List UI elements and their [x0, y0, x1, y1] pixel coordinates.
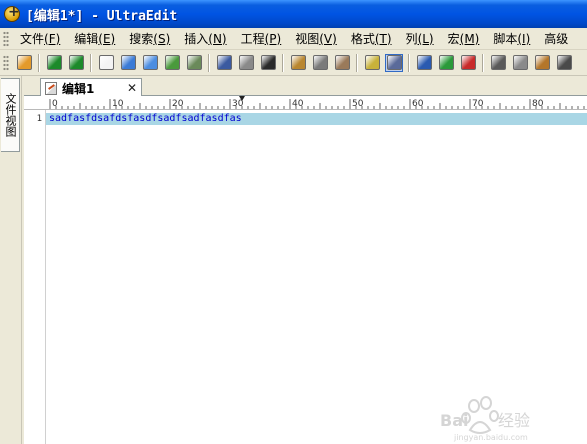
app-icon[interactable] — [4, 4, 20, 22]
settings-c-icon — [416, 55, 432, 70]
menu-bar: 文件(F) 编辑(E) 搜索(S) 插入(N) 工程(P) 视图(V) 格式(T… — [0, 28, 587, 50]
line-text[interactable]: sadfasfdsafdsfasdfsadfsadfasdfas — [49, 113, 242, 125]
editor: 编辑1 ✕ 0 10 20 30 40 50 60 70 80 1 sadfasfdsafdsf… — [24, 76, 587, 444]
new-file-icon — [98, 55, 114, 70]
ruler-label: 10 — [112, 99, 124, 109]
line-number-gutter: 1 — [24, 110, 46, 444]
menu-edit[interactable]: 编辑(E) — [67, 29, 122, 49]
save-button[interactable] — [163, 54, 181, 72]
ruler-label: 70 — [472, 99, 484, 109]
menu-view[interactable]: 视图(V) — [288, 29, 344, 49]
add-green-button[interactable] — [437, 54, 455, 72]
font-button[interactable] — [259, 54, 277, 72]
toolbar-grip-icon[interactable] — [3, 54, 9, 71]
back-arrow-button[interactable] — [45, 54, 63, 72]
toolbar-separator — [282, 53, 284, 72]
add-green-icon — [438, 55, 454, 70]
column-ruler: 0 10 20 30 40 50 60 70 80 — [24, 96, 587, 110]
cut-button[interactable] — [489, 54, 507, 72]
cut-icon — [490, 55, 506, 70]
menu-insert[interactable]: 插入(N) — [177, 29, 233, 49]
new-folder-icon — [16, 55, 32, 70]
text-editing-area[interactable]: sadfasfdsafdsfasdfsadfsadfasdfas — [46, 110, 587, 444]
hex-mode-icon — [334, 55, 350, 70]
settings-c-button[interactable] — [415, 54, 433, 72]
forward-arrow-icon — [68, 55, 84, 70]
new-folder-button[interactable] — [15, 54, 33, 72]
word-wrap-icon — [386, 55, 402, 70]
toolbar-separator — [356, 53, 358, 72]
tab-document-1[interactable]: 编辑1 ✕ — [40, 78, 142, 97]
window-title: [编辑1*] - UltraEdit — [26, 8, 178, 24]
ruler-label: 50 — [352, 99, 364, 109]
line-number: 1 — [36, 114, 42, 124]
document-list-button[interactable] — [289, 54, 307, 72]
close-tab-icon[interactable]: ✕ — [127, 81, 137, 95]
svg-text:Bai: Bai — [440, 411, 468, 430]
document-tabstrip: 编辑1 ✕ — [24, 76, 587, 97]
folder-button[interactable] — [141, 54, 159, 72]
side-panel: 文件视图 — [0, 76, 22, 444]
column-mode-button[interactable] — [363, 54, 381, 72]
ruler-label: 60 — [412, 99, 424, 109]
text-list-button[interactable] — [311, 54, 329, 72]
save-all-icon — [186, 55, 202, 70]
text-list-icon — [312, 55, 328, 70]
back-arrow-icon — [46, 55, 62, 70]
menu-project[interactable]: 工程(P) — [234, 29, 289, 49]
film-button[interactable] — [555, 54, 573, 72]
hex-mode-button[interactable] — [333, 54, 351, 72]
baidu-watermark-logo: Bai 经验 jingyan.baidu.com — [440, 396, 530, 442]
paste-icon — [534, 55, 550, 70]
menu-advanced[interactable]: 高级 — [537, 29, 575, 49]
font-icon — [260, 55, 276, 70]
stop-red-button[interactable] — [459, 54, 477, 72]
menu-macro[interactable]: 宏(M) — [441, 29, 487, 49]
menu-format[interactable]: 格式(T) — [344, 29, 399, 49]
print-preview-icon — [238, 55, 254, 70]
print-button[interactable] — [215, 54, 233, 72]
print-preview-button[interactable] — [237, 54, 255, 72]
open-folder-button[interactable] — [119, 54, 137, 72]
menu-file[interactable]: 文件(F) — [13, 29, 67, 49]
save-icon — [164, 55, 180, 70]
menubar-grip-icon[interactable] — [3, 30, 9, 47]
title-bar: [编辑1*] - UltraEdit — [0, 0, 587, 28]
print-icon — [216, 55, 232, 70]
ruler-label: 20 — [172, 99, 184, 109]
ruler-scale: 0 10 20 30 40 50 60 70 80 — [49, 96, 585, 109]
ruler-label: 40 — [292, 99, 304, 109]
toolbar-separator — [38, 53, 40, 72]
toolbar-separator — [482, 53, 484, 72]
ruler-label: 0 — [52, 99, 58, 109]
film-icon — [556, 55, 572, 70]
folder-icon — [142, 55, 158, 70]
word-wrap-button[interactable] — [385, 53, 403, 72]
copy-button[interactable] — [511, 54, 529, 72]
file-view-tab[interactable]: 文件视图 — [1, 78, 20, 152]
forward-arrow-button[interactable] — [67, 54, 85, 72]
save-all-button[interactable] — [185, 54, 203, 72]
toolbar-separator — [408, 53, 410, 72]
menu-search[interactable]: 搜索(S) — [122, 29, 177, 49]
toolbar-separator — [90, 53, 92, 72]
document-icon — [45, 81, 57, 95]
toolbar — [0, 50, 587, 76]
ruler-label: 80 — [532, 99, 544, 109]
menu-column[interactable]: 列(L) — [399, 29, 441, 49]
document-list-icon — [290, 55, 306, 70]
stop-red-icon — [460, 55, 476, 70]
menu-script[interactable]: 脚本(I) — [486, 29, 537, 49]
svg-text:经验: 经验 — [498, 411, 530, 430]
tab-label: 编辑1 — [62, 81, 95, 96]
paste-button[interactable] — [533, 54, 551, 72]
watermark-url: jingyan.baidu.com — [453, 433, 528, 442]
copy-icon — [512, 55, 528, 70]
new-file-button[interactable] — [97, 54, 115, 72]
toolbar-separator — [208, 53, 210, 72]
open-folder-icon — [120, 55, 136, 70]
column-mode-icon — [364, 55, 380, 70]
